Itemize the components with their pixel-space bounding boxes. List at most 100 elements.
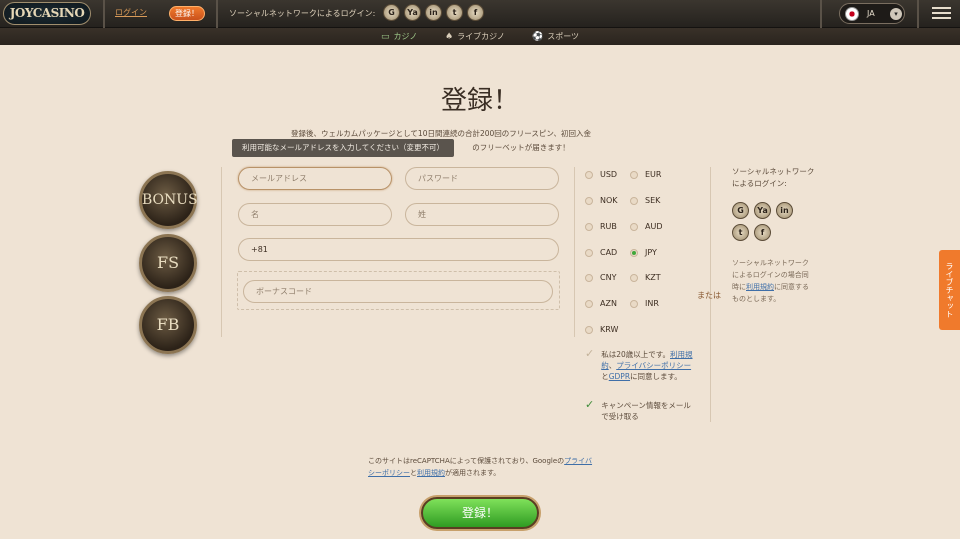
chevron-down-icon: ▾ — [890, 8, 902, 20]
terms-link[interactable]: 利用規約 — [746, 283, 774, 291]
currency-label: JPY — [645, 248, 657, 257]
google-icon[interactable]: G — [383, 4, 400, 21]
login-link[interactable]: ログイン — [115, 7, 147, 18]
currency-label: CNY — [600, 273, 617, 282]
radio-sek[interactable] — [630, 196, 638, 205]
radio-nok[interactable] — [585, 196, 593, 205]
radio-krw[interactable] — [585, 325, 593, 334]
bonus-badge[interactable]: BONUS — [139, 171, 198, 229]
language-selector[interactable]: JA ▾ — [839, 3, 905, 24]
recaptcha-notice: このサイトはreCAPTCHAによって保護されており、Googleのプライバシー… — [368, 455, 598, 479]
linkedin-icon[interactable]: in — [776, 202, 793, 219]
yandex-icon[interactable]: Ya — [404, 4, 421, 21]
currency-label: RUB — [600, 222, 617, 231]
tab-casino[interactable]: ▭ カジノ — [381, 31, 417, 42]
campaign-checkbox-row[interactable]: ✓ キャンペーン情報をメールで受け取る — [585, 399, 695, 422]
free-bet-badge[interactable]: FB — [139, 296, 197, 354]
top-bar: JOYCASINO ログイン 登録！ ソーシャルネットワークによるログイン: G… — [0, 0, 960, 28]
currency-nok[interactable]: NOK — [585, 196, 618, 205]
linkedin-icon[interactable]: in — [425, 4, 442, 21]
divider — [103, 0, 105, 28]
currency-kzt[interactable]: KZT — [630, 273, 661, 282]
currency-rub[interactable]: RUB — [585, 222, 617, 231]
sub-nav: ▭ カジノ ♠ ライブカジノ ⚽ スポーツ — [0, 28, 960, 45]
right-social-title: ソーシャルネットワークによるログイン: — [732, 167, 815, 188]
divider — [221, 167, 222, 337]
radio-eur[interactable] — [630, 170, 638, 179]
radio-rub[interactable] — [585, 222, 593, 231]
tab-sports-label: スポーツ — [547, 32, 580, 41]
currency-aud[interactable]: AUD — [630, 222, 663, 231]
divider — [917, 0, 919, 28]
currency-label: USD — [600, 170, 618, 179]
social-login-label: ソーシャルネットワークによるログイン: — [229, 9, 376, 18]
recaptcha-text-end: が適用されます。 — [445, 469, 501, 477]
currency-cny[interactable]: CNY — [585, 273, 616, 282]
age-terms-checkbox-row[interactable]: ✓ 私は20歳以上です。利用規約、プライバシーポリシーとGDPRに同意します。 — [585, 348, 695, 382]
tab-sports[interactable]: ⚽ スポーツ — [532, 31, 579, 42]
register-button[interactable]: 登録！ — [169, 6, 205, 21]
tumblr-icon[interactable]: t — [732, 224, 749, 241]
tumblr-icon[interactable]: t — [446, 4, 463, 21]
live-chat-button[interactable]: ライブチャット — [939, 250, 960, 330]
submit-register-button[interactable]: 登録！ — [421, 497, 539, 529]
last-name-field[interactable] — [405, 203, 559, 226]
currency-inr[interactable]: INR — [630, 299, 659, 308]
currency-usd[interactable]: USD — [585, 170, 617, 179]
privacy-link[interactable]: プライバシーポリシー — [616, 361, 691, 370]
facebook-icon[interactable]: f — [467, 4, 484, 21]
sports-icon: ⚽ — [532, 31, 544, 42]
currency-label: NOK — [600, 196, 618, 205]
currency-sek[interactable]: SEK — [630, 196, 660, 205]
currency-label: AUD — [645, 222, 663, 231]
free-spins-badge[interactable]: FS — [139, 234, 197, 292]
radio-kzt[interactable] — [630, 273, 638, 282]
radio-aud[interactable] — [630, 222, 638, 231]
radio-azn[interactable] — [585, 299, 593, 308]
radio-cny[interactable] — [585, 273, 593, 282]
currency-jpy[interactable]: JPY — [630, 248, 657, 257]
yandex-icon[interactable]: Ya — [754, 202, 771, 219]
gdpr-link[interactable]: GDPR — [609, 372, 630, 381]
social-icons: G Ya in t f — [383, 4, 484, 21]
currency-label: CAD — [600, 248, 618, 257]
logo[interactable]: JOYCASINO — [3, 2, 91, 25]
page-title: 登録！ — [440, 86, 519, 116]
google-terms-link[interactable]: 利用規約 — [417, 469, 445, 477]
divider — [820, 0, 822, 28]
live-casino-icon: ♠ — [445, 31, 454, 42]
campaign-text: キャンペーン情報をメールで受け取る — [601, 401, 691, 421]
age-checkbox[interactable]: ✓ — [585, 348, 594, 382]
first-name-field[interactable] — [238, 203, 392, 226]
google-icon[interactable]: G — [732, 202, 749, 219]
radio-usd[interactable] — [585, 170, 593, 179]
facebook-icon[interactable]: f — [754, 224, 771, 241]
email-field[interactable] — [238, 167, 392, 190]
divider — [574, 167, 575, 337]
recaptcha-conjunction: と — [410, 469, 417, 477]
age-text: 私は20歳以上です。 — [601, 350, 671, 359]
recaptcha-text: このサイトはreCAPTCHAによって保護されており、Googleの — [368, 457, 565, 465]
currency-label: AZN — [600, 299, 617, 308]
tab-live-casino-label: ライブカジノ — [457, 32, 505, 41]
radio-inr[interactable] — [630, 299, 638, 308]
agree-text: に同意します。 — [630, 372, 682, 381]
radio-jpy[interactable] — [630, 248, 638, 257]
bonus-code-field[interactable] — [243, 280, 553, 303]
campaign-checkbox[interactable]: ✓ — [585, 399, 594, 422]
conjunction-text: と — [601, 372, 609, 381]
currency-label: INR — [645, 299, 659, 308]
password-field[interactable] — [405, 167, 559, 190]
menu-icon[interactable] — [932, 7, 951, 21]
email-tooltip: 利用可能なメールアドレスを入力してください（変更不可） — [232, 139, 455, 157]
age-terms-text: 私は20歳以上です。利用規約、プライバシーポリシーとGDPRに同意します。 — [601, 349, 695, 382]
currency-eur[interactable]: EUR — [630, 170, 661, 179]
right-social-icons: G Ya in t f — [732, 202, 812, 241]
radio-cad[interactable] — [585, 248, 593, 257]
tab-live-casino[interactable]: ♠ ライブカジノ — [445, 31, 505, 42]
currency-krw[interactable]: KRW — [585, 325, 618, 334]
currency-cad[interactable]: CAD — [585, 248, 617, 257]
phone-field[interactable] — [238, 238, 559, 261]
currency-azn[interactable]: AZN — [585, 299, 617, 308]
currency-label: KRW — [600, 325, 619, 334]
